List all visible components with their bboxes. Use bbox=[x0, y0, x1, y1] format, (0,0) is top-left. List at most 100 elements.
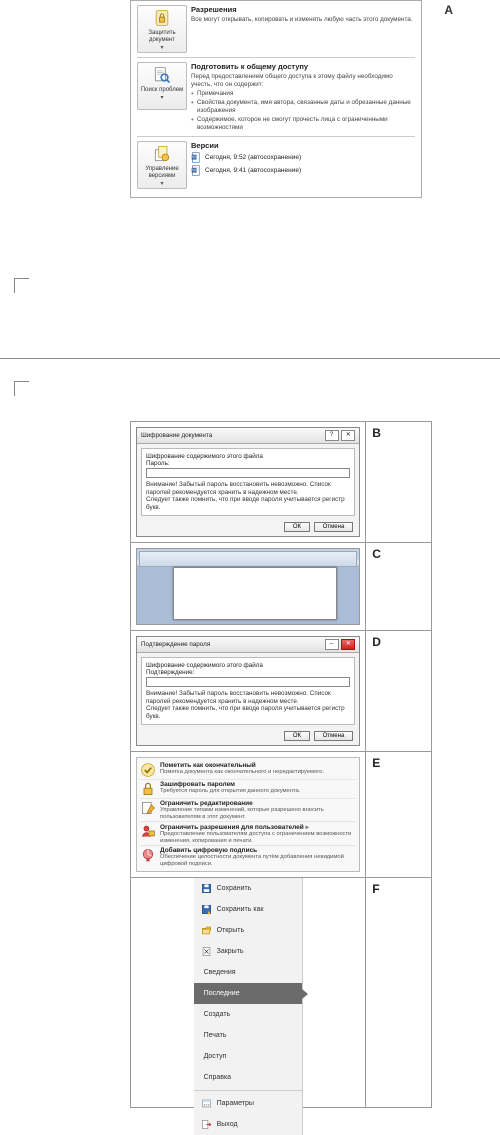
panel-label-e: E bbox=[366, 751, 431, 877]
svg-text:W: W bbox=[192, 155, 196, 160]
minimize-button[interactable]: – bbox=[325, 639, 339, 650]
shield-lock-icon bbox=[152, 8, 172, 28]
version-item-2-label: Сегодня, 9:41 (автосохранение) bbox=[205, 167, 301, 174]
protect-menu-item[interactable]: Зашифровать паролемТребуется пароль для … bbox=[140, 779, 356, 798]
permissions-desc: Все могут открывать, копировать и изменя… bbox=[191, 16, 415, 24]
encrypt-dialog: Шифрование документа ? ✕ Шифрование соде… bbox=[136, 427, 360, 537]
menu-item-label: Создать bbox=[204, 1011, 231, 1018]
inspect-bullet-1: Примечания bbox=[191, 90, 415, 98]
row-b: Шифрование документа ? ✕ Шифрование соде… bbox=[131, 422, 431, 542]
file-menu-item[interactable]: Печать bbox=[194, 1025, 302, 1046]
close-button[interactable]: ✕ bbox=[341, 430, 355, 441]
panel-label-a: A bbox=[444, 3, 453, 17]
file-menu-item[interactable]: Сохранить как bbox=[194, 899, 302, 920]
protect-menu-icon bbox=[140, 781, 156, 797]
permissions-title: Разрешения bbox=[191, 5, 415, 14]
cancel-button[interactable]: Отмена bbox=[314, 522, 354, 532]
protect-menu-icon bbox=[140, 823, 156, 839]
protect-menu-item-title: Добавить цифровую подпись bbox=[160, 847, 356, 854]
confirm-dialog-title: Подтверждение пароля bbox=[141, 641, 210, 648]
inspect-intro: Перед предоставлением общего доступа к э… bbox=[191, 73, 415, 89]
protect-menu-item[interactable]: Ограничить редактированиеУправление типа… bbox=[140, 798, 356, 821]
version-item-2[interactable]: W Сегодня, 9:41 (автосохранение) bbox=[191, 165, 415, 176]
dropdown-arrow-icon: ▾ bbox=[160, 181, 163, 187]
file-menu: СохранитьСохранить какОткрытьЗакрыть Свед… bbox=[194, 878, 303, 1135]
menu-item-icon bbox=[201, 925, 212, 936]
file-menu-item[interactable]: Выход bbox=[194, 1114, 302, 1135]
file-menu-item[interactable]: Последние bbox=[194, 983, 302, 1004]
menu-item-label: Печать bbox=[204, 1032, 227, 1039]
protect-menu-item[interactable]: Ограничить разрешения для пользователей … bbox=[140, 821, 356, 845]
file-menu-item[interactable]: Закрыть bbox=[194, 941, 302, 962]
file-menu-item[interactable]: Сохранить bbox=[194, 878, 302, 899]
protect-menu-icon bbox=[140, 800, 156, 816]
encrypt-note: Внимание! Забытый пароль восстановить не… bbox=[146, 481, 350, 511]
menu-separator bbox=[194, 1090, 302, 1091]
protect-document-button[interactable]: Защитить документ ▾ bbox=[137, 5, 187, 53]
panel-label-b: B bbox=[366, 422, 431, 542]
section-versions: Управление версиями ▾ Версии W Сегодня, … bbox=[137, 141, 415, 189]
ok-button[interactable]: ОК bbox=[284, 522, 310, 532]
inspect-bullet-3: Содержимое, которое не смогут прочесть л… bbox=[191, 116, 415, 132]
protect-menu-icon bbox=[140, 847, 156, 863]
menu-item-icon bbox=[201, 1119, 212, 1130]
help-button[interactable]: ? bbox=[325, 430, 339, 441]
svg-text:W: W bbox=[192, 168, 196, 173]
version-item-1[interactable]: W Сегодня, 9:52 (автосохранение) bbox=[191, 152, 415, 163]
dropdown-arrow-icon: ▾ bbox=[160, 95, 163, 101]
menu-item-label: Выход bbox=[217, 1121, 238, 1128]
protect-menu-item-title: Пометить как окончательный bbox=[160, 762, 356, 769]
protect-menu: Пометить как окончательныйПометка докуме… bbox=[136, 757, 360, 872]
menu-item-icon bbox=[201, 946, 212, 957]
encrypt-password-input[interactable] bbox=[146, 468, 350, 478]
confirm-dialog-heading: Шифрование содержимого этого файла bbox=[146, 662, 350, 669]
menu-item-label: Сведения bbox=[204, 969, 236, 976]
check-issues-button[interactable]: Поиск проблем ▾ bbox=[137, 62, 187, 110]
menu-item-label: Доступ bbox=[204, 1053, 227, 1060]
versions-title: Версии bbox=[191, 141, 415, 150]
file-menu-item[interactable]: Справка bbox=[194, 1067, 302, 1088]
panel-a: A Защитить документ ▾ Разрешения Все мог… bbox=[130, 0, 422, 198]
manage-versions-button[interactable]: Управление версиями ▾ bbox=[137, 141, 187, 189]
confirm-note: Внимание! Забытый пароль восстановить не… bbox=[146, 690, 350, 720]
section-inspect: Поиск проблем ▾ Подготовить к общему дос… bbox=[137, 62, 415, 132]
dropdown-arrow-icon: ▾ bbox=[160, 45, 163, 51]
protect-menu-item-desc: Предоставление пользователям доступа с о… bbox=[160, 831, 356, 844]
confirm-password-input[interactable] bbox=[146, 677, 350, 687]
word-ribbon bbox=[139, 551, 357, 567]
word-doc-icon: W bbox=[191, 152, 202, 163]
word-window-screenshot bbox=[136, 548, 360, 625]
row-f: СохранитьСохранить какОткрытьЗакрыть Свед… bbox=[131, 877, 431, 1107]
row-c: C bbox=[131, 542, 431, 630]
menu-item-icon bbox=[201, 883, 212, 894]
protect-menu-item[interactable]: Пометить как окончательныйПометка докуме… bbox=[140, 761, 356, 779]
menu-item-icon bbox=[201, 1098, 212, 1109]
protect-menu-item[interactable]: Добавить цифровую подписьОбеспечение цел… bbox=[140, 845, 356, 868]
word-doc-icon: W bbox=[191, 165, 202, 176]
file-menu-item[interactable]: Создать bbox=[194, 1004, 302, 1025]
file-menu-item[interactable]: Сведения bbox=[194, 962, 302, 983]
check-issues-label: Поиск проблем bbox=[138, 87, 186, 94]
section-permissions: Защитить документ ▾ Разрешения Все могут… bbox=[137, 5, 415, 53]
magnifier-document-icon bbox=[152, 65, 172, 85]
protect-menu-item-title: Ограничить редактирование bbox=[160, 800, 356, 807]
close-button[interactable]: ✕ bbox=[341, 639, 355, 650]
file-menu-item[interactable]: Открыть bbox=[194, 920, 302, 941]
ok-button[interactable]: ОК bbox=[284, 731, 310, 741]
encrypt-dialog-title: Шифрование документа bbox=[141, 432, 212, 439]
manage-versions-label: Управление версиями bbox=[138, 166, 186, 180]
protect-menu-item-desc: Управление типами изменений, которые раз… bbox=[160, 807, 356, 820]
file-menu-item[interactable]: Параметры bbox=[194, 1093, 302, 1114]
protect-menu-item-title: Зашифровать паролем bbox=[160, 781, 356, 788]
protect-menu-icon bbox=[140, 762, 156, 778]
panel-label-c: C bbox=[366, 542, 431, 630]
divider bbox=[137, 136, 415, 137]
inspect-title: Подготовить к общему доступу bbox=[191, 62, 415, 71]
versions-icon bbox=[152, 144, 172, 164]
page-divider bbox=[0, 358, 500, 359]
confirm-password-label: Подтверждение: bbox=[146, 669, 350, 676]
protect-menu-item-desc: Требуется пароль для открытия данного до… bbox=[160, 788, 356, 795]
cancel-button[interactable]: Отмена bbox=[314, 731, 354, 741]
file-menu-item[interactable]: Доступ bbox=[194, 1046, 302, 1067]
menu-item-label: Справка bbox=[204, 1074, 231, 1081]
